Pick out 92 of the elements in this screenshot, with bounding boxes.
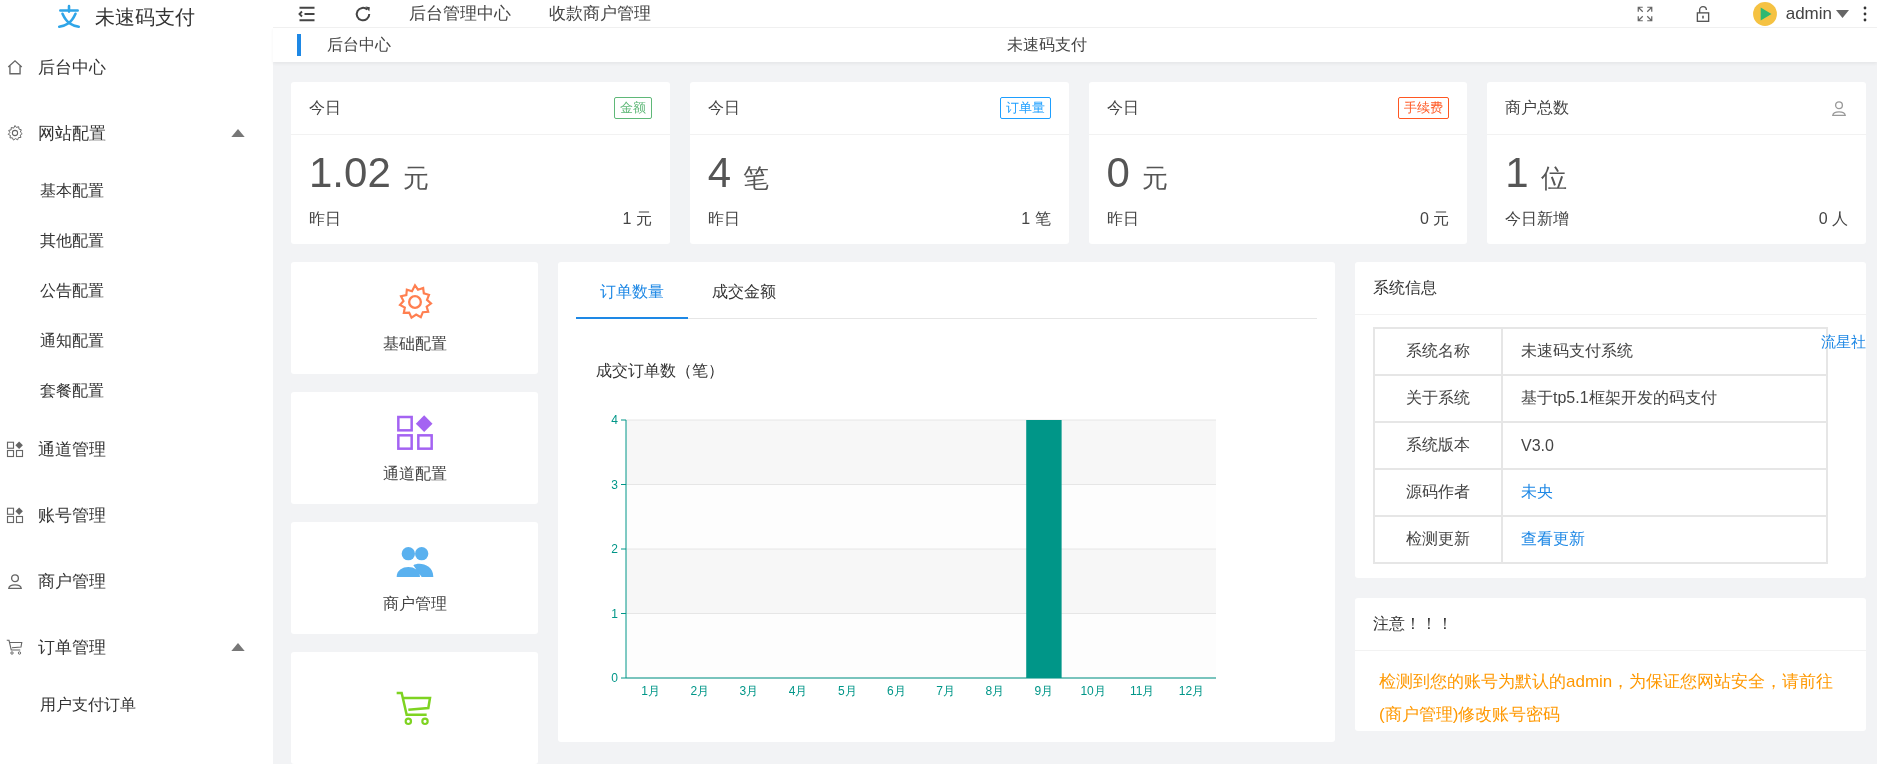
shortcut-card[interactable]: 商户管理 — [291, 522, 538, 634]
sidebar-item[interactable]: 通道管理 — [0, 416, 273, 482]
panel-title: 注意！！！ — [1355, 598, 1866, 651]
table-cell: 基于tp5.1框架开发的码支付 — [1502, 375, 1827, 422]
user-menu[interactable]: admin — [1785, 3, 1832, 24]
stat-footer-label: 昨日 — [707, 209, 740, 229]
chart-tab[interactable]: 订单数量 — [576, 270, 688, 319]
shortcut-label: 基础配置 — [382, 333, 447, 354]
x-tick-label: 5月 — [837, 684, 857, 698]
apps-icon — [6, 440, 24, 458]
user-icon — [1830, 99, 1848, 117]
stat-footer-value: 0 元 — [1419, 209, 1450, 229]
sidebar-subitem[interactable]: 用户支付订单 — [0, 680, 273, 730]
chart-tab[interactable]: 成交金额 — [688, 270, 800, 318]
stat-title: 今日 — [707, 97, 740, 118]
y-tick-label: 2 — [611, 542, 618, 556]
stat-tag: 订单量 — [999, 97, 1051, 119]
sidebar-subitem[interactable]: 套餐配置 — [0, 366, 273, 416]
sidebar-subitem[interactable]: 其他配置 — [0, 216, 273, 266]
stat-value: 0 — [1106, 149, 1130, 197]
table-cell: 源码作者 — [1374, 469, 1502, 516]
x-tick-label: 8月 — [985, 684, 1005, 698]
stat-unit: 位 — [1540, 162, 1567, 195]
stat-title: 今日 — [1106, 97, 1139, 118]
stat-unit: 元 — [1141, 162, 1168, 195]
x-tick-label: 9月 — [1034, 684, 1054, 698]
sidebar-item[interactable]: 账号管理 — [0, 482, 273, 548]
x-tick-label: 12月 — [1178, 684, 1205, 698]
shortcut-card[interactable]: 通道配置 — [291, 392, 538, 504]
y-tick-label: 4 — [611, 413, 618, 427]
y-tick-label: 1 — [611, 606, 618, 621]
stat-tag: 金额 — [613, 97, 652, 119]
stat-footer-value: 0 人 — [1818, 209, 1848, 229]
user-icon — [6, 572, 24, 590]
x-tick-label: 2月 — [690, 684, 710, 698]
x-tick-label: 7月 — [936, 684, 955, 698]
x-tick-label: 4月 — [788, 684, 808, 698]
sidebar-subitem[interactable]: 公告配置 — [0, 266, 273, 316]
apps-icon — [6, 506, 24, 524]
active-marker — [297, 34, 301, 57]
y-tick-label: 3 — [611, 477, 618, 492]
caret-icon — [1836, 9, 1849, 18]
stat-value: 4 — [707, 149, 732, 197]
x-tick-label: 1月 — [641, 684, 660, 698]
table-cell: 系统名称 — [1374, 328, 1502, 375]
stat-unit: 元 — [402, 162, 429, 195]
stat-footer-label: 今日新增 — [1505, 209, 1570, 229]
brand-name: 未速码支付 — [95, 4, 195, 30]
table-cell: 关于系统 — [1374, 375, 1502, 422]
chart-title: 成交订单数（笔） — [596, 361, 725, 381]
table-cell: 检测更新 — [1374, 516, 1502, 563]
nav-link[interactable]: 后台管理中心 — [409, 2, 511, 26]
sidebar-item[interactable]: 商户管理 — [0, 548, 273, 614]
more-icon[interactable] — [1863, 5, 1867, 22]
sidebar-item[interactable]: 网站配置 — [0, 100, 273, 166]
stat-tag: 手续费 — [1398, 97, 1450, 119]
cart-icon — [6, 638, 24, 656]
logo-icon — [55, 4, 83, 30]
sidebar-item[interactable]: 后台中心 — [0, 34, 273, 100]
shortcut-card[interactable]: 基础配置 — [291, 262, 538, 374]
stat-title: 商户总数 — [1505, 97, 1570, 118]
y-tick-label: 0 — [611, 671, 618, 685]
home-icon — [6, 58, 24, 76]
info-link[interactable]: 未央 — [1521, 483, 1553, 500]
shortcut-label: 商户管理 — [382, 593, 447, 614]
fullscreen-icon[interactable] — [1635, 4, 1654, 23]
table-cell: V3.0 — [1502, 422, 1827, 469]
avatar-icon[interactable] — [1751, 0, 1778, 27]
stat-footer-label: 昨日 — [309, 209, 341, 229]
site-title: 未速码支付 — [1007, 34, 1087, 55]
x-tick-label: 6月 — [887, 684, 906, 698]
stat-value: 1 — [1505, 149, 1529, 197]
shortcut-label: 通道配置 — [382, 463, 447, 484]
x-tick-label: 11月 — [1130, 684, 1155, 698]
panel-title: 系统信息 — [1355, 262, 1866, 315]
stat-footer-value: 1 笔 — [1021, 209, 1051, 229]
x-tick-label: 3月 — [739, 684, 759, 698]
breadcrumb-tab[interactable]: 后台中心 — [327, 34, 1007, 56]
stat-title: 今日 — [309, 97, 341, 118]
sidebar-subitem[interactable]: 基本配置 — [0, 166, 273, 216]
x-tick-label: 10月 — [1080, 684, 1106, 698]
table-cell: 系统版本 — [1374, 422, 1502, 469]
stat-footer-value: 1 元 — [622, 209, 652, 229]
info-link[interactable]: 查看更新 — [1521, 530, 1585, 547]
sidebar-item[interactable]: 订单管理 — [0, 614, 273, 680]
nav-link[interactable]: 收款商户管理 — [549, 2, 651, 26]
stat-value: 1.02 — [309, 149, 391, 197]
warning-message: 检测到您的账号为默认的admin，为保证您网站安全，请前往(商户管理)修改账号密码 — [1378, 671, 1835, 726]
stat-footer-label: 昨日 — [1106, 209, 1139, 229]
gear-icon — [6, 124, 24, 142]
stat-unit: 笔 — [743, 162, 770, 195]
sidebar-subitem[interactable]: 通知配置 — [0, 316, 273, 366]
